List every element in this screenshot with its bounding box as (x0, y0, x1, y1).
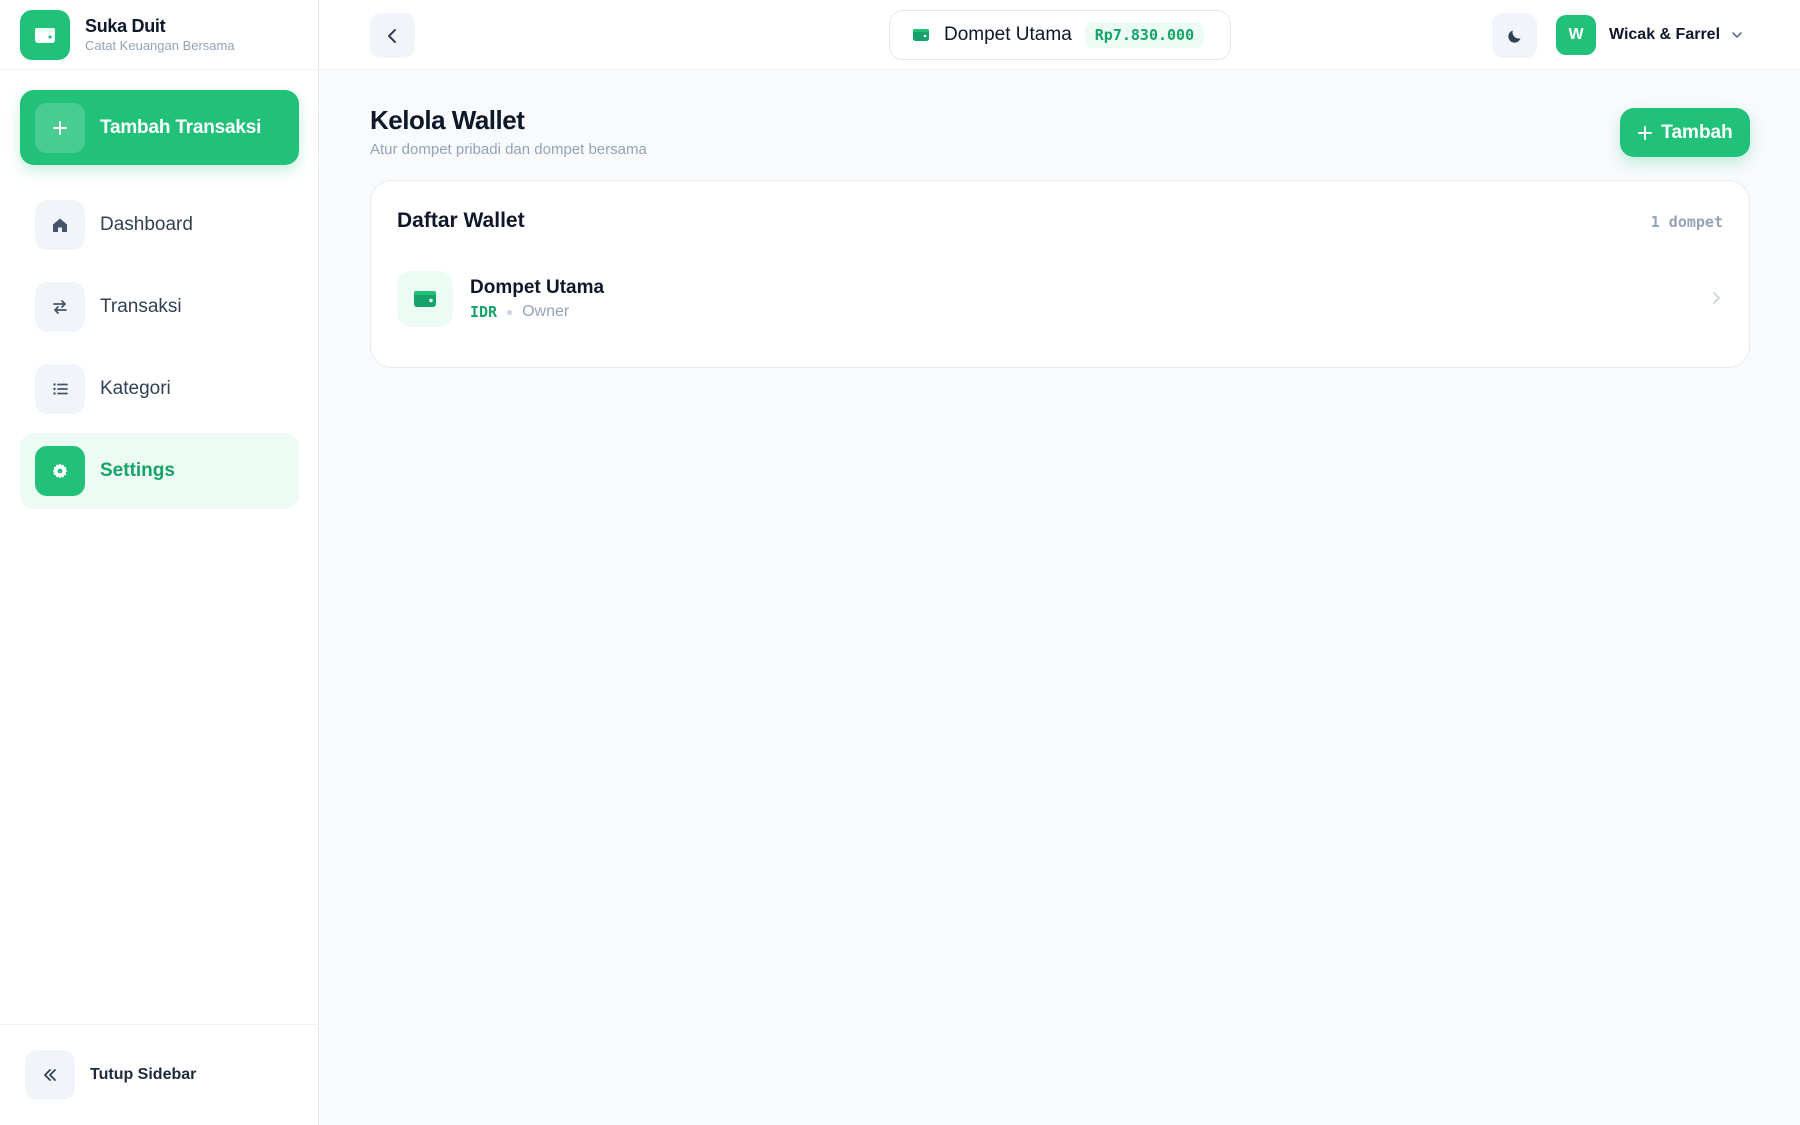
sidebar-item-settings[interactable]: Settings (20, 433, 299, 509)
chevron-left-icon (387, 28, 396, 43)
wallet-list-item[interactable]: Dompet Utama IDR Owner (397, 271, 1725, 327)
avatar: W (1556, 15, 1596, 55)
sidebar-item-label: Settings (100, 460, 175, 481)
wallet-switcher[interactable]: Dompet Utama Rp7.830.000 (889, 10, 1231, 60)
home-icon (35, 200, 85, 250)
top-bar: Dompet Utama Rp7.830.000 W Wicak & Farre… (320, 0, 1800, 70)
sidebar-item-label: Kategori (100, 378, 171, 399)
page-title: Kelola Wallet (370, 105, 525, 135)
chevron-down-icon (1730, 28, 1744, 42)
plus-icon (1638, 125, 1653, 140)
user-name: Wicak & Farrel (1609, 26, 1721, 43)
app-name: Suka Duit (85, 16, 166, 36)
active-wallet-name: Dompet Utama (944, 24, 1072, 45)
collapse-sidebar-label: Tutup Sidebar (90, 1066, 197, 1083)
wallet-balance-badge: Rp7.830.000 (1084, 22, 1205, 48)
add-wallet-label: Tambah (1661, 121, 1733, 143)
sidebar-item-dashboard[interactable]: Dashboard (20, 187, 299, 263)
wallet-icon (397, 271, 453, 327)
collapse-sidebar-button[interactable]: Tutup Sidebar (0, 1024, 319, 1125)
wallet-role: Owner (522, 303, 570, 320)
wallet-logo-icon (20, 9, 70, 60)
gear-icon (35, 446, 85, 496)
sidebar-item-label: Dashboard (100, 214, 193, 235)
user-menu[interactable]: W Wicak & Farrel (1556, 15, 1744, 55)
add-transaction-button[interactable]: Tambah Transaksi (20, 90, 299, 165)
brand: Suka Duit Catat Keuangan Bersama (0, 0, 318, 70)
add-transaction-label: Tambah Transaksi (100, 116, 262, 138)
wallet-count: 1 dompet (1650, 213, 1723, 231)
wallet-name: Dompet Utama (470, 277, 605, 298)
sidebar-item-transaksi[interactable]: Transaksi (20, 269, 299, 345)
add-wallet-button[interactable]: Tambah (1620, 108, 1750, 157)
list-icon (35, 364, 85, 414)
sidebar-item-kategori[interactable]: Kategori (20, 351, 299, 427)
separator-dot (507, 309, 513, 315)
app-tagline: Catat Keuangan Bersama (85, 38, 235, 53)
sidebar-item-label: Transaksi (100, 296, 182, 317)
wallet-icon (913, 29, 929, 41)
moon-icon (1507, 30, 1520, 43)
page-subtitle: Atur dompet pribadi dan dompet bersama (370, 141, 647, 158)
sidebar: Suka Duit Catat Keuangan Bersama Tambah … (0, 0, 319, 1125)
plus-icon (35, 102, 85, 153)
sidebar-nav: Dashboard Transaksi Kategori Settings (20, 187, 299, 515)
wallet-currency: IDR (470, 303, 498, 321)
double-chevron-left-icon (25, 1050, 75, 1100)
chevron-right-icon (1707, 289, 1725, 312)
swap-icon (35, 282, 85, 332)
wallet-list-card: Daftar Wallet 1 dompet Dompet Utama IDR … (370, 180, 1750, 368)
theme-toggle-button[interactable] (1492, 13, 1537, 58)
wallet-list-title: Daftar Wallet (397, 209, 525, 232)
back-button[interactable] (370, 13, 415, 58)
